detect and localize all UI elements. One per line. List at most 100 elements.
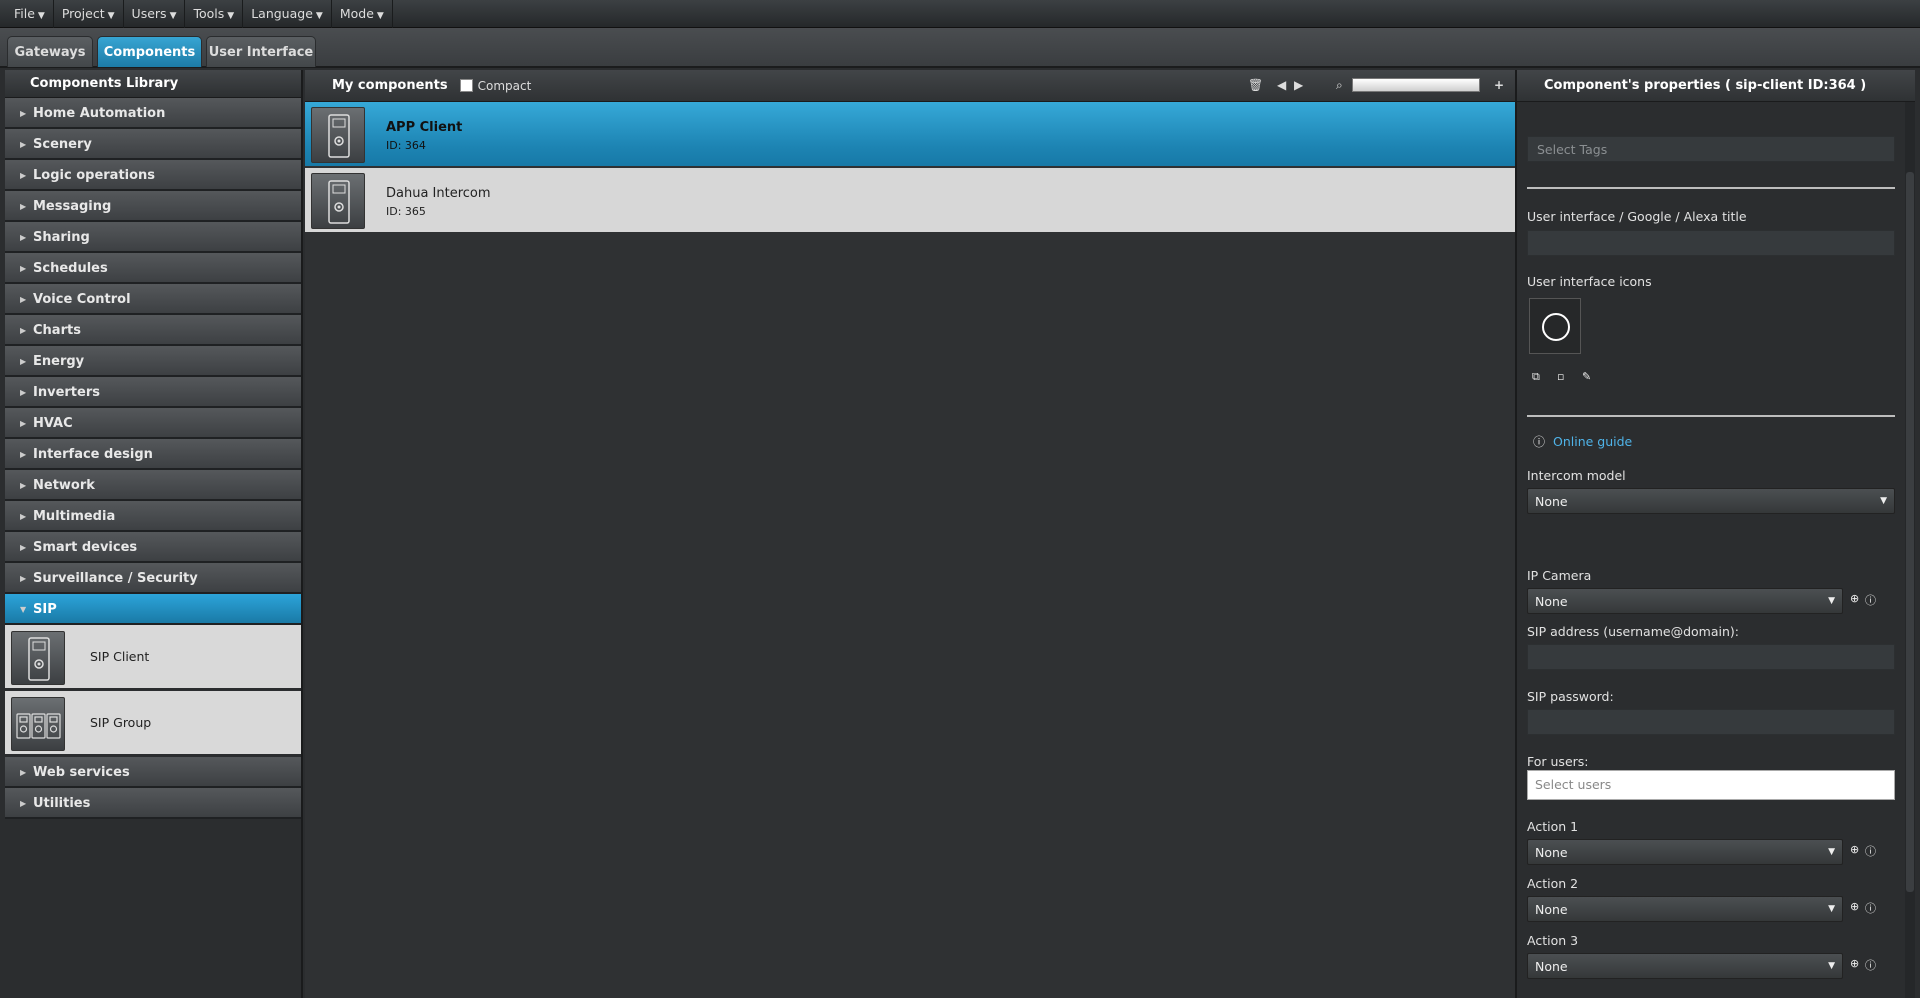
divider [1527, 187, 1895, 189]
sip-password-label: SIP password: [1527, 689, 1614, 704]
menu-language[interactable]: Language ▼ [243, 0, 332, 28]
scroll-thumb[interactable] [1906, 172, 1914, 892]
intercom-icon [311, 173, 365, 229]
sip-address-input[interactable] [1527, 644, 1895, 670]
category-item[interactable]: ▶ Schedules [5, 253, 301, 284]
caret-right-icon: ▶ [20, 357, 27, 366]
online-guide-link[interactable]: Online guide [1553, 434, 1632, 449]
component-row-dahua-intercom[interactable]: Dahua Intercom ID: 365 [305, 168, 1515, 234]
action-2-select[interactable]: None ▼ [1527, 896, 1843, 922]
library-item-sip-client[interactable]: SIP Client [5, 625, 301, 691]
search-input[interactable] [1352, 78, 1480, 92]
menu-mode[interactable]: Mode ▼ [332, 0, 393, 28]
component-id: ID: 365 [386, 205, 426, 218]
divider [1527, 415, 1895, 417]
properties-scrollbar[interactable] [1905, 102, 1915, 998]
category-item[interactable]: ▶ Sharing [5, 222, 301, 253]
chevron-down-icon: ▼ [169, 10, 177, 21]
caret-right-icon: ▶ [20, 543, 27, 552]
intercom-model-select[interactable]: None ▼ [1527, 488, 1895, 514]
ip-camera-select[interactable]: None ▼ [1527, 588, 1843, 614]
tab-gateways[interactable]: Gateways [7, 36, 93, 67]
copy-icon[interactable]: ⧉ [1532, 370, 1540, 384]
category-list: ▶ Home Automation ▶ Scenery ▶ Logic operation… [5, 98, 301, 594]
category-item[interactable]: ▶ Surveillance / Security [5, 563, 301, 594]
search-icon: ⌕ [1336, 78, 1343, 92]
caret-right-icon: ▶ [20, 295, 27, 304]
menu-bar: File ▼ Project ▼ Users ▼ Tools ▼ Language ▼ M… [0, 0, 1920, 28]
category-item[interactable]: ▶ Home Automation [5, 98, 301, 129]
category-item[interactable]: ▶ Scenery [5, 129, 301, 160]
sip-address-label: SIP address (username@domain): [1527, 624, 1739, 639]
menu-project[interactable]: Project ▼ [54, 0, 124, 28]
properties-title: Component's properties ( sip-client ID:3… [1517, 70, 1915, 102]
caret-right-icon: ▶ [20, 264, 27, 273]
category-item[interactable]: ▶ Energy [5, 346, 301, 377]
caret-right-icon: ▶ [20, 419, 27, 428]
caret-right-icon: ▶ [20, 171, 27, 180]
category-web-services[interactable]: ▶ Web services [5, 757, 301, 788]
info-icon[interactable]: ⓘ [1865, 592, 1876, 608]
action-3-select[interactable]: None ▼ [1527, 953, 1843, 979]
info-icon[interactable]: ⓘ [1865, 843, 1876, 859]
trash-icon[interactable]: 🗑 [1248, 78, 1263, 92]
tab-bar: Gateways Components User Interface [0, 28, 1920, 68]
ui-title-input[interactable] [1527, 230, 1895, 256]
component-name: Dahua Intercom [386, 186, 491, 201]
category-utilities[interactable]: ▶ Utilities [5, 788, 301, 819]
arrow-right-icon[interactable]: ▶ [1294, 78, 1303, 92]
menu-file[interactable]: File ▼ [6, 0, 54, 28]
add-icon[interactable]: + [1494, 78, 1504, 92]
caret-right-icon: ▶ [20, 481, 27, 490]
tab-components[interactable]: Components [97, 36, 202, 67]
action-1-select[interactable]: None ▼ [1527, 839, 1843, 865]
caret-right-icon: ▶ [20, 450, 27, 459]
edit-icon[interactable]: ✎ [1582, 370, 1591, 383]
menu-users[interactable]: Users ▼ [124, 0, 186, 28]
add-circle-icon[interactable]: ⊕ [1850, 592, 1859, 605]
ui-icon-preview[interactable] [1529, 298, 1581, 354]
tab-user-interface[interactable]: User Interface [206, 36, 316, 67]
compact-checkbox[interactable] [459, 79, 473, 92]
info-icon[interactable]: ⓘ [1865, 900, 1876, 916]
library-item-sip-group[interactable]: SIP Group [5, 691, 301, 757]
caret-right-icon: ▶ [20, 109, 27, 118]
paste-icon[interactable]: ▫ [1557, 370, 1564, 383]
add-circle-icon[interactable]: ⊕ [1850, 957, 1859, 970]
category-item[interactable]: ▶ HVAC [5, 408, 301, 439]
category-item[interactable]: ▶ Voice Control [5, 284, 301, 315]
action-3-label: Action 3 [1527, 933, 1579, 948]
category-item[interactable]: ▶ Charts [5, 315, 301, 346]
add-circle-icon[interactable]: ⊕ [1850, 843, 1859, 856]
component-row-app-client[interactable]: APP Client ID: 364 [305, 102, 1515, 168]
arrow-left-icon[interactable]: ◀ [1277, 78, 1286, 92]
category-item[interactable]: ▶ Messaging [5, 191, 301, 222]
intercom-model-label: Intercom model [1527, 468, 1626, 483]
chevron-down-icon: ▼ [376, 10, 384, 21]
category-item[interactable]: ▶ Smart devices [5, 532, 301, 563]
tags-select[interactable]: Select Tags [1527, 136, 1895, 162]
users-select[interactable]: Select users [1527, 770, 1895, 800]
category-item[interactable]: ▶ Logic operations [5, 160, 301, 191]
chevron-down-icon: ▼ [315, 10, 323, 21]
component-id: ID: 364 [386, 139, 426, 152]
info-icon: ⓘ [1533, 435, 1546, 449]
ui-icons-label: User interface icons [1527, 274, 1652, 289]
chevron-down-icon: ▼ [1828, 596, 1835, 606]
component-name: APP Client [386, 120, 463, 135]
category-item[interactable]: ▶ Interface design [5, 439, 301, 470]
category-item[interactable]: ▶ Inverters [5, 377, 301, 408]
sip-password-input[interactable] [1527, 709, 1895, 735]
category-item[interactable]: ▶ Multimedia [5, 501, 301, 532]
add-circle-icon[interactable]: ⊕ [1850, 900, 1859, 913]
category-sip[interactable]: ▼ SIP [5, 594, 301, 625]
info-icon[interactable]: ⓘ [1865, 957, 1876, 973]
caret-right-icon: ▶ [20, 512, 27, 521]
category-item[interactable]: ▶ Network [5, 470, 301, 501]
intercom-icon [311, 107, 365, 163]
menu-tools[interactable]: Tools ▼ [185, 0, 244, 28]
library-item-label: SIP Client [90, 649, 150, 664]
my-components-panel: My components Compact 🗑 ◀ ▶ ⌕ + APP Clie… [305, 70, 1515, 998]
caret-right-icon: ▶ [20, 233, 27, 242]
ui-title-label: User interface / Google / Alexa title [1527, 209, 1747, 224]
